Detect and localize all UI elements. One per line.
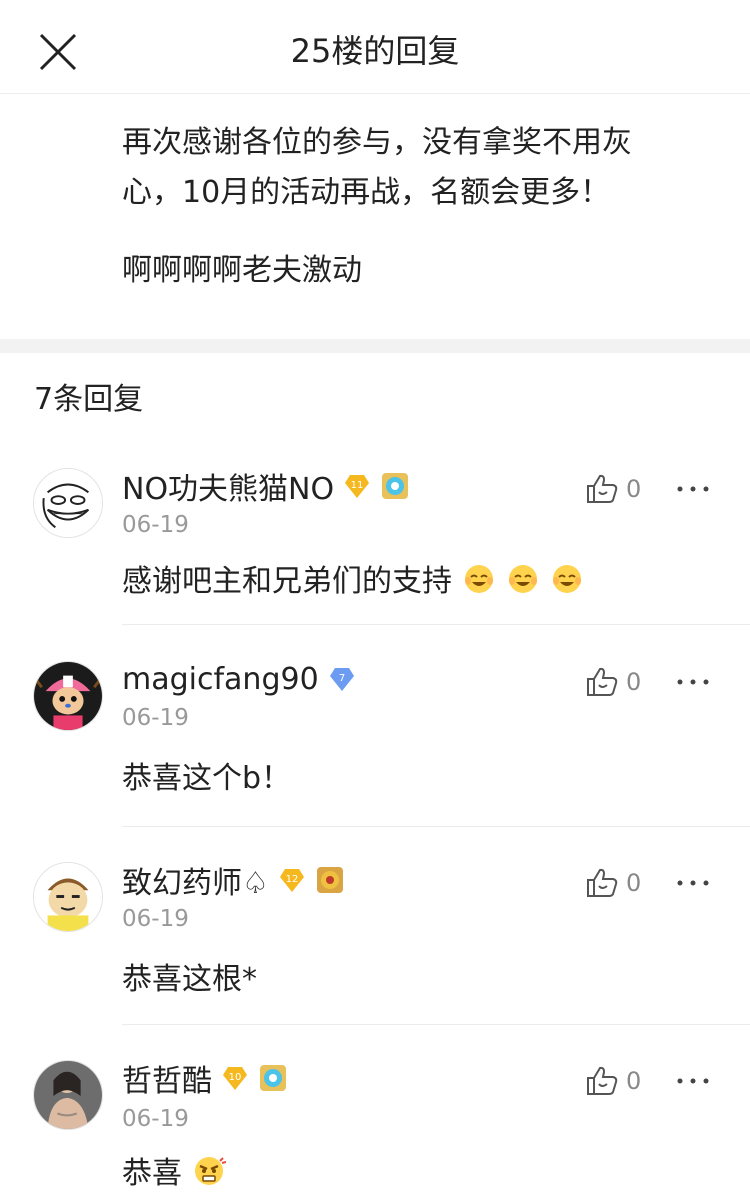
floor-post-content: 再次感谢各位的参与，没有拿奖不用灰 心，10月的活动再战，名额会更多！ 啊啊啊啊…: [122, 118, 692, 296]
reply-date: 06-19: [122, 705, 189, 731]
cartoon-face-avatar-icon: [34, 863, 102, 931]
laughing-emoji-icon: [509, 565, 537, 593]
angry-emoji-icon: [195, 1157, 226, 1185]
avatar[interactable]: [33, 862, 103, 932]
reply-content: 感谢吧主和兄弟们的支持: [122, 556, 584, 600]
more-options-icon[interactable]: [676, 878, 710, 888]
post-text-line-2: 心，10月的活动再战，名额会更多！: [122, 175, 611, 210]
reply-date: 06-19: [122, 906, 189, 932]
reply-separator: [122, 1024, 750, 1025]
avatar[interactable]: [33, 468, 103, 538]
reply-date: 06-19: [122, 1106, 189, 1132]
reply-text: 恭喜: [122, 1156, 182, 1191]
like-button[interactable]: 0: [584, 866, 641, 900]
svg-text:7: 7: [338, 673, 344, 684]
svg-text:12: 12: [286, 874, 299, 885]
post-text-paragraph-2: 啊啊啊啊老夫激动: [122, 253, 362, 288]
section-divider: [0, 339, 750, 353]
reply-count-label: 7条回复: [34, 382, 144, 417]
level-badge-icon: 12: [279, 869, 304, 892]
like-count: 0: [626, 668, 642, 696]
thumbs-up-icon: [587, 474, 618, 503]
header-bar: 25楼的回复: [0, 0, 750, 94]
reply-separator: [122, 826, 750, 827]
chopper-avatar-icon: [34, 662, 102, 730]
level-badge-icon: 10: [223, 1067, 247, 1090]
reply-date: 06-19: [122, 512, 189, 538]
thumbs-up-icon: [587, 1066, 618, 1095]
reply-text: 感谢吧主和兄弟们的支持: [122, 564, 452, 599]
more-options-icon[interactable]: [676, 1076, 710, 1086]
svg-text:11: 11: [351, 480, 364, 491]
reply-text: 恭喜这根*: [122, 962, 257, 997]
level-badge-icon: 11: [345, 475, 370, 498]
username[interactable]: 哲哲酷: [122, 1056, 212, 1100]
level-badge-icon: 7: [329, 668, 354, 691]
avatar[interactable]: [33, 1060, 103, 1130]
photo-avatar-icon: [34, 1061, 102, 1129]
laughing-emoji-icon: [465, 565, 493, 593]
post-text-line-1: 再次感谢各位的参与，没有拿奖不用灰: [122, 125, 632, 160]
like-count: 0: [626, 1067, 642, 1095]
page-title: 25楼的回复: [290, 32, 460, 70]
reply-content: 恭喜这个b！: [122, 753, 291, 797]
avatar[interactable]: [33, 661, 103, 731]
like-button[interactable]: 0: [584, 1064, 641, 1098]
member-badge-icon: [260, 1065, 286, 1091]
reply-text: 恭喜这个b！: [122, 761, 292, 796]
more-options-icon[interactable]: [676, 677, 710, 687]
more-options-icon[interactable]: [676, 484, 710, 494]
username[interactable]: 致幻药师♤: [122, 858, 269, 902]
reply-separator: [122, 624, 750, 625]
username[interactable]: NO功夫熊猫NO: [122, 464, 334, 508]
like-count: 0: [626, 475, 642, 503]
laughing-emoji-icon: [553, 565, 581, 593]
thumbs-up-icon: [587, 868, 618, 897]
username[interactable]: magicfang90: [122, 662, 319, 697]
trollface-avatar-icon: [34, 469, 102, 537]
member-badge-icon: [382, 473, 409, 499]
thumbs-up-icon: [587, 667, 618, 696]
like-button[interactable]: 0: [584, 472, 641, 506]
reply-content: 恭喜这根*: [122, 954, 257, 998]
like-count: 0: [626, 869, 642, 897]
member-badge-icon: [316, 867, 343, 893]
like-button[interactable]: 0: [584, 665, 641, 699]
svg-text:10: 10: [229, 1072, 242, 1083]
reply-content: 恭喜: [122, 1148, 226, 1192]
